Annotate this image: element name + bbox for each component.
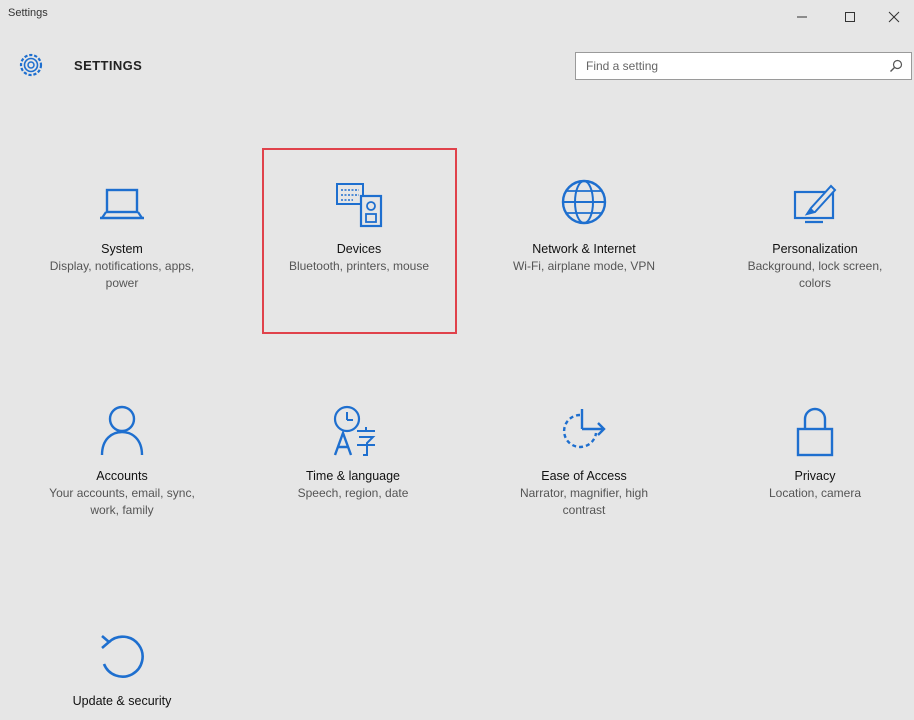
tile-personalization[interactable]: Personalization Background, lock screen,…: [725, 176, 905, 292]
tile-system[interactable]: System Display, notifications, apps, pow…: [32, 176, 212, 292]
search-input[interactable]: [576, 53, 876, 79]
tile-description: Narrator, magnifier, high contrast: [519, 486, 649, 517]
maximize-icon: [845, 12, 855, 22]
close-icon: [888, 11, 900, 23]
tile-privacy[interactable]: Privacy Location, camera: [725, 403, 905, 502]
tile-title: System: [101, 242, 143, 256]
tile-network-internet[interactable]: Network & Internet Wi-Fi, airplane mode,…: [494, 176, 674, 275]
tile-description: Bluetooth, printers, mouse: [288, 259, 430, 273]
maximize-button[interactable]: [828, 0, 872, 34]
minimize-icon: [797, 16, 807, 18]
tile-accounts[interactable]: Accounts Your accounts, email, sync, wor…: [32, 403, 212, 519]
page-title: SETTINGS: [74, 58, 143, 73]
search-icon[interactable]: [889, 59, 903, 73]
settings-header: SETTINGS: [0, 46, 914, 90]
update-icon: [92, 628, 152, 688]
tile-title: Network & Internet: [532, 242, 636, 256]
devices-icon: [329, 176, 389, 236]
tile-update-security[interactable]: Update & security: [32, 628, 212, 708]
tile-description: Background, lock screen, colors: [747, 259, 883, 290]
tile-devices[interactable]: Devices Bluetooth, printers, mouse: [269, 176, 449, 275]
lock-icon: [785, 403, 845, 463]
window-title: Settings: [8, 7, 48, 19]
settings-window: Settings SETTINGS Find a setting System …: [0, 0, 914, 720]
tile-title: Accounts: [96, 469, 148, 483]
title-bar: Settings: [0, 0, 914, 34]
globe-icon: [554, 176, 614, 236]
tile-description: Speech, region, date: [297, 486, 409, 500]
tile-description: Your accounts, email, sync, work, family: [49, 486, 195, 517]
tile-title: Ease of Access: [541, 469, 627, 483]
minimize-button[interactable]: [780, 0, 824, 34]
tile-ease-of-access[interactable]: Ease of Access Narrator, magnifier, high…: [494, 403, 674, 519]
ease-of-access-icon: [554, 403, 614, 463]
tile-title: Privacy: [794, 469, 836, 483]
paint-icon: [785, 176, 845, 236]
tile-title: Update & security: [72, 694, 172, 708]
laptop-icon: [92, 176, 152, 236]
tile-description: Wi-Fi, airplane mode, VPN: [512, 259, 656, 273]
time-language-icon: [323, 403, 383, 463]
gear-icon: [19, 53, 43, 77]
tile-title: Personalization: [772, 242, 858, 256]
tile-title: Devices: [336, 242, 382, 256]
tile-title: Time & language: [305, 469, 401, 483]
close-button[interactable]: [872, 0, 914, 34]
tile-description: Display, notifications, apps, power: [49, 259, 195, 290]
person-icon: [92, 403, 152, 463]
tile-time-language[interactable]: Time & language Speech, region, date: [263, 403, 443, 502]
search-box[interactable]: [575, 52, 912, 80]
tile-description: Location, camera: [768, 486, 862, 500]
